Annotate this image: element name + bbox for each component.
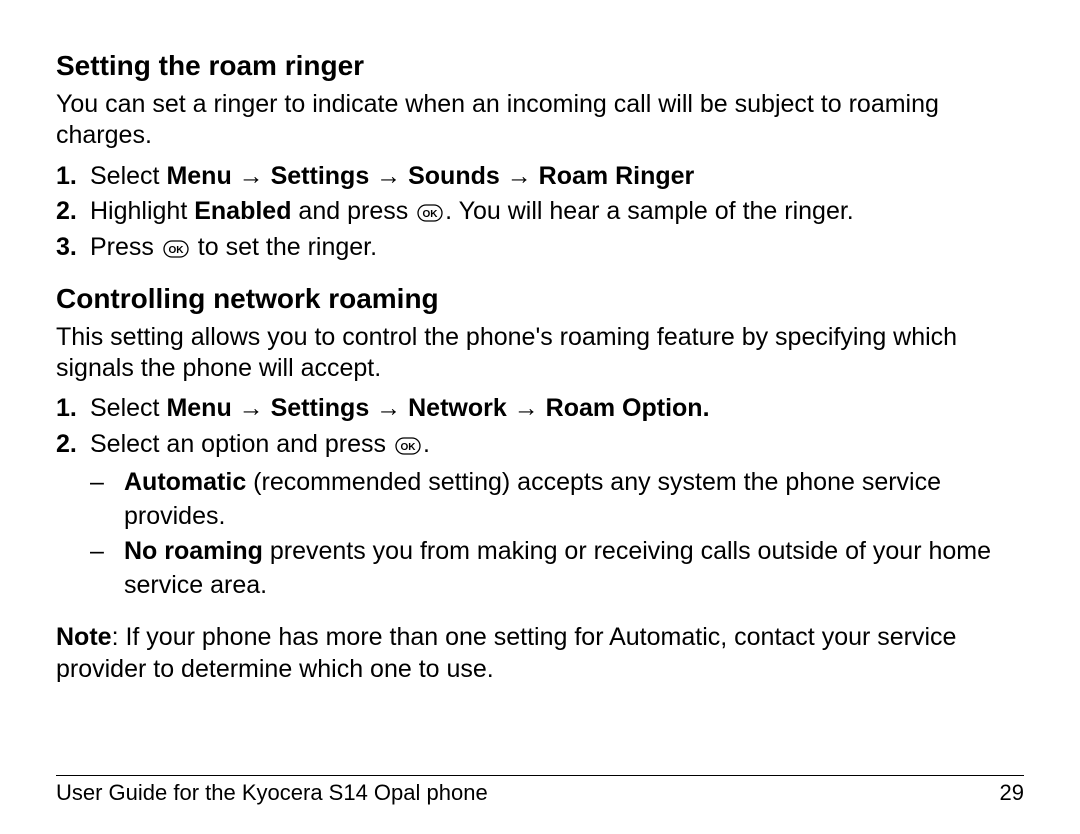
- text: Press: [90, 233, 161, 261]
- step-1: 1. Select Menu → Settings → Sounds → Roa…: [56, 160, 1024, 194]
- options-list: – Automatic (recommended setting) accept…: [90, 466, 1024, 603]
- ok-button-icon: OK: [163, 240, 189, 258]
- text: and press: [291, 197, 415, 225]
- step-number: 2.: [56, 428, 90, 462]
- step-2: 2. Highlight Enabled and press OK . You w…: [56, 195, 1024, 229]
- steps-roam-ringer: 1. Select Menu → Settings → Sounds → Roa…: [56, 160, 1024, 265]
- text: Highlight: [90, 197, 194, 225]
- option-text: No roaming prevents you from making or r…: [124, 535, 1024, 603]
- ok-button-icon: OK: [395, 437, 421, 455]
- option-text: Automatic (recommended setting) accepts …: [124, 466, 1024, 534]
- svg-text:OK: OK: [400, 442, 416, 453]
- footer-guide-title: User Guide for the Kyocera S14 Opal phon…: [56, 780, 488, 806]
- option-automatic: – Automatic (recommended setting) accept…: [90, 466, 1024, 534]
- intro-roam-ringer: You can set a ringer to indicate when an…: [56, 89, 1024, 152]
- step-number: 1.: [56, 392, 90, 426]
- svg-text:OK: OK: [168, 245, 184, 256]
- footer-rule: [56, 775, 1024, 776]
- step-number: 2.: [56, 195, 90, 229]
- page-footer: User Guide for the Kyocera S14 Opal phon…: [56, 775, 1024, 806]
- text: Select: [90, 394, 166, 422]
- text: Select: [90, 162, 166, 190]
- step-content: Press OK to set the ringer.: [90, 231, 1024, 265]
- step-content: Select an option and press OK. – Automat…: [90, 428, 1024, 605]
- step-2: 2. Select an option and press OK. – Auto…: [56, 428, 1024, 605]
- menu-path: Menu → Settings → Network → Roam Option.: [166, 394, 709, 422]
- step-number: 3.: [56, 231, 90, 265]
- manual-page: Setting the roam ringer You can set a ri…: [0, 0, 1080, 834]
- text: .: [423, 430, 430, 458]
- step-content: Select Menu → Settings → Network → Roam …: [90, 392, 1024, 426]
- step-content: Select Menu → Settings → Sounds → Roam R…: [90, 160, 1024, 194]
- ok-button-icon: OK: [417, 204, 443, 222]
- svg-text:OK: OK: [423, 209, 439, 220]
- dash-bullet: –: [90, 535, 124, 569]
- text: to set the ringer.: [191, 233, 377, 261]
- note: Note: If your phone has more than one se…: [56, 621, 1024, 685]
- page-number: 29: [1000, 780, 1024, 806]
- option-desc: (recommended setting) accepts any system…: [124, 468, 941, 530]
- step-1: 1. Select Menu → Settings → Network → Ro…: [56, 392, 1024, 426]
- note-label: Note: [56, 623, 112, 651]
- bold-text: Enabled: [194, 197, 291, 225]
- step-number: 1.: [56, 160, 90, 194]
- text: . You will hear a sample of the ringer.: [445, 197, 854, 225]
- step-content: Highlight Enabled and press OK . You will…: [90, 195, 1024, 229]
- heading-network-roaming: Controlling network roaming: [56, 281, 1024, 316]
- step-3: 3. Press OK to set the ringer.: [56, 231, 1024, 265]
- note-text: : If your phone has more than one settin…: [56, 623, 956, 683]
- intro-network-roaming: This setting allows you to control the p…: [56, 322, 1024, 385]
- option-no-roaming: – No roaming prevents you from making or…: [90, 535, 1024, 603]
- text: Select an option and press: [90, 430, 393, 458]
- dash-bullet: –: [90, 466, 124, 500]
- menu-path: Menu → Settings → Sounds → Roam Ringer: [166, 162, 694, 190]
- option-name: No roaming: [124, 537, 263, 565]
- option-name: Automatic: [124, 468, 246, 496]
- heading-roam-ringer: Setting the roam ringer: [56, 48, 1024, 83]
- steps-network-roaming: 1. Select Menu → Settings → Network → Ro…: [56, 392, 1024, 605]
